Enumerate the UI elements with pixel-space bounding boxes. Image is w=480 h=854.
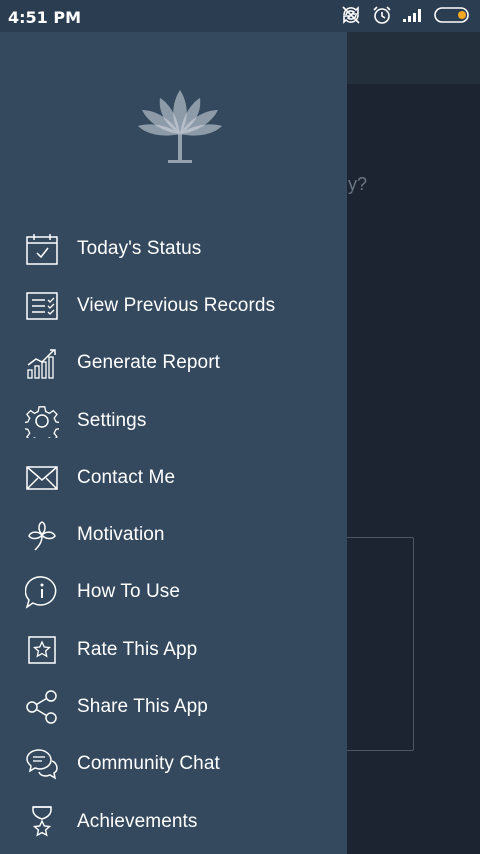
menu-item-label: Settings [77, 409, 147, 431]
menu-item-label: Motivation [77, 524, 165, 546]
menu-item-generate-report[interactable]: Generate Report [0, 335, 347, 392]
calendar-check-icon [24, 231, 60, 267]
share-icon [24, 689, 60, 725]
navigation-drawer: Today's Status View Previous Records Gen… [0, 32, 347, 854]
bar-chart-icon [24, 345, 60, 381]
menu-item-label: Contact Me [77, 466, 176, 488]
lotus-logo-icon [130, 88, 230, 166]
menu-item-label: Generate Report [77, 352, 221, 374]
menu-item-label: Today's Status [77, 237, 202, 259]
battery-icon [434, 6, 472, 24]
menu-item-label: Achievements [77, 810, 198, 832]
status-icons [340, 5, 472, 25]
info-bubble-icon [24, 574, 60, 610]
sync-off-icon [340, 5, 362, 25]
background-question-text: y? [348, 174, 368, 194]
menu-item-label: View Previous Records [77, 294, 276, 316]
menu-item-view-previous-records[interactable]: View Previous Records [0, 277, 347, 334]
gear-icon [24, 403, 60, 439]
menu-item-label: Community Chat [77, 753, 220, 775]
status-time: 4:51 PM [8, 8, 82, 27]
chat-bubbles-icon [24, 746, 60, 782]
status-bar: 4:51 PM [0, 0, 480, 32]
list-check-icon [24, 288, 60, 324]
clover-icon [24, 517, 60, 553]
menu-item-contact-me[interactable]: Contact Me [0, 449, 347, 506]
signal-icon [402, 7, 424, 23]
menu-item-share-this-app[interactable]: Share This App [0, 678, 347, 735]
menu-item-rate-this-app[interactable]: Rate This App [0, 621, 347, 678]
menu-item-todays-status[interactable]: Today's Status [0, 220, 347, 277]
menu-item-label: Rate This App [77, 638, 198, 660]
alarm-icon [372, 5, 392, 25]
menu-item-motivation[interactable]: Motivation [0, 506, 347, 563]
menu-item-achievements[interactable]: Achievements [0, 793, 347, 850]
menu-item-label: Share This App [77, 696, 208, 718]
menu-item-how-to-use[interactable]: How To Use [0, 564, 347, 621]
envelope-icon [24, 460, 60, 496]
menu-item-label: How To Use [77, 581, 181, 603]
menu-item-community-chat[interactable]: Community Chat [0, 736, 347, 793]
trophy-star-icon [24, 804, 60, 840]
star-icon [24, 632, 60, 668]
menu-item-settings[interactable]: Settings [0, 392, 347, 449]
drawer-menu: Today's Status View Previous Records Gen… [0, 220, 347, 850]
